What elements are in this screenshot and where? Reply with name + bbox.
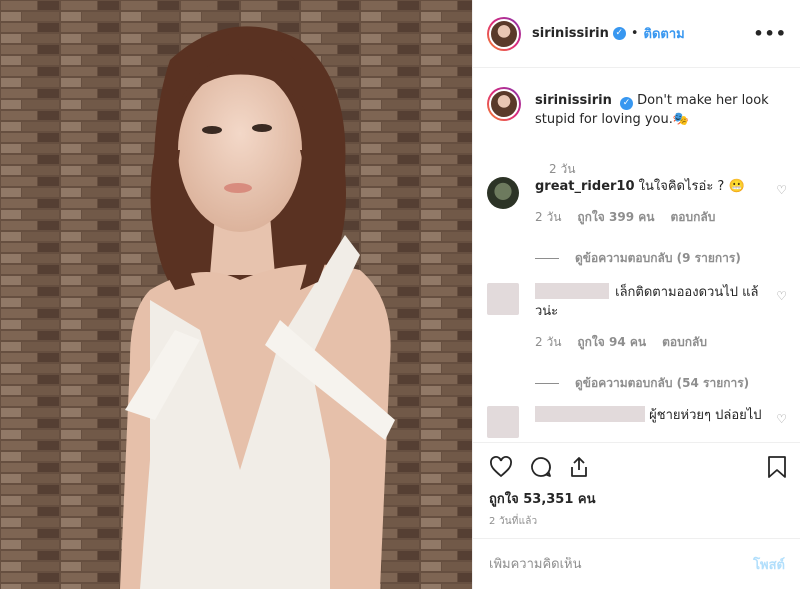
comment-text: ผู้ชายห่วยๆ ปล่อยไป	[649, 408, 762, 423]
caption-text-block: sirinissirin ✓ Don't make her look stupi…	[535, 87, 787, 129]
avatar[interactable]	[487, 16, 521, 51]
comment-likes[interactable]: ถูกใจ 94 คน	[577, 333, 646, 352]
comment-time[interactable]: 2 วัน	[535, 333, 561, 352]
follow-button[interactable]: ติดตาม	[644, 23, 685, 44]
comment-time[interactable]: 2 วัน	[535, 208, 561, 227]
view-replies-button[interactable]: ดูข้อความตอบกลับ (54 รายการ)	[535, 374, 787, 393]
bookmark-icon[interactable]	[767, 455, 787, 479]
comment-text: ในใจคิดไรอ่ะ ?	[638, 179, 725, 194]
post-comment-button[interactable]: โพสต์	[753, 554, 785, 575]
comment-body: เล็กติดตามอองดวนไป แล้วน่ะ	[535, 283, 765, 321]
caption-avatar[interactable]	[487, 87, 521, 121]
avatar-image	[489, 89, 519, 119]
caption-emoji: 🎭	[672, 112, 690, 127]
replies-divider	[535, 258, 559, 259]
comment-meta: 2 วัน ถูกใจ 94 คน ตอบกลับ	[535, 333, 787, 352]
action-bar	[473, 442, 800, 492]
comment-likes[interactable]: ถูกใจ 399 คน	[577, 208, 654, 227]
comment-meta: 2 วัน ถูกใจ 399 คน ตอบกลับ	[535, 208, 787, 227]
verified-icon: ✓	[619, 97, 633, 110]
view-replies-label: ดูข้อความตอบกลับ (54 รายการ)	[575, 376, 750, 390]
like-heart-icon[interactable]	[489, 455, 513, 479]
portrait-image	[0, 0, 472, 589]
comments-list[interactable]: sirinissirin ✓ Don't make her look stupi…	[473, 69, 800, 442]
likes-count[interactable]: ถูกใจ 53,351 คน	[489, 488, 596, 509]
comment-avatar[interactable]	[487, 177, 519, 209]
post-time-ago[interactable]: 2 วันที่แล้ว	[489, 514, 537, 529]
like-comment-heart-icon[interactable]: ♡	[776, 289, 787, 303]
comment-body: great_rider10 ในใจคิดไรอ่ะ ? 😬	[535, 177, 765, 196]
replies-divider	[535, 383, 559, 384]
share-icon[interactable]	[567, 455, 591, 479]
separator-dot: •	[630, 26, 639, 41]
view-replies-button[interactable]: ดูข้อความตอบกลับ (9 รายการ)	[535, 249, 787, 268]
verified-icon: ✓	[612, 27, 626, 40]
post-panel: sirinissirin ✓ • ติดตาม ••• sirinissirin…	[472, 0, 800, 589]
header-username[interactable]: sirinissirin	[532, 26, 609, 41]
like-comment-heart-icon[interactable]: ♡	[776, 412, 787, 426]
comment-bubble-icon[interactable]	[529, 455, 553, 479]
like-comment-heart-icon[interactable]: ♡	[776, 183, 787, 197]
add-comment-input[interactable]	[489, 556, 754, 572]
reply-button[interactable]: ตอบกลับ	[670, 208, 715, 227]
post-photo[interactable]	[0, 0, 472, 589]
reply-button[interactable]: ตอบกลับ	[662, 333, 707, 352]
comment-emoji: 😬	[728, 179, 745, 194]
comment-body: ผู้ชายห่วยๆ ปล่อยไป	[535, 406, 765, 425]
comment-username[interactable]: great_rider10	[535, 179, 635, 194]
comment-item: ผู้ชายห่วยๆ ปล่อยไป ♡	[487, 406, 787, 438]
caption: sirinissirin ✓ Don't make her look stupi…	[487, 87, 787, 176]
comment-avatar-blurred[interactable]	[487, 283, 519, 315]
blurred-username	[535, 283, 609, 299]
avatar-image	[489, 18, 519, 49]
view-replies-label: ดูข้อความตอบกลับ (9 รายการ)	[575, 251, 741, 265]
post-header: sirinissirin ✓ • ติดตาม •••	[473, 0, 800, 68]
comment-item: great_rider10 ในใจคิดไรอ่ะ ? 😬 ♡ 2 วัน ถ…	[487, 177, 787, 268]
caption-username[interactable]: sirinissirin	[535, 93, 612, 108]
more-options-icon[interactable]: •••	[753, 24, 787, 43]
blurred-username	[535, 406, 645, 422]
comment-item: เล็กติดตามอองดวนไป แล้วน่ะ ♡ 2 วัน ถูกใจ…	[487, 283, 787, 393]
add-comment-bar: โพสต์	[473, 538, 800, 589]
comment-avatar-blurred[interactable]	[487, 406, 519, 438]
